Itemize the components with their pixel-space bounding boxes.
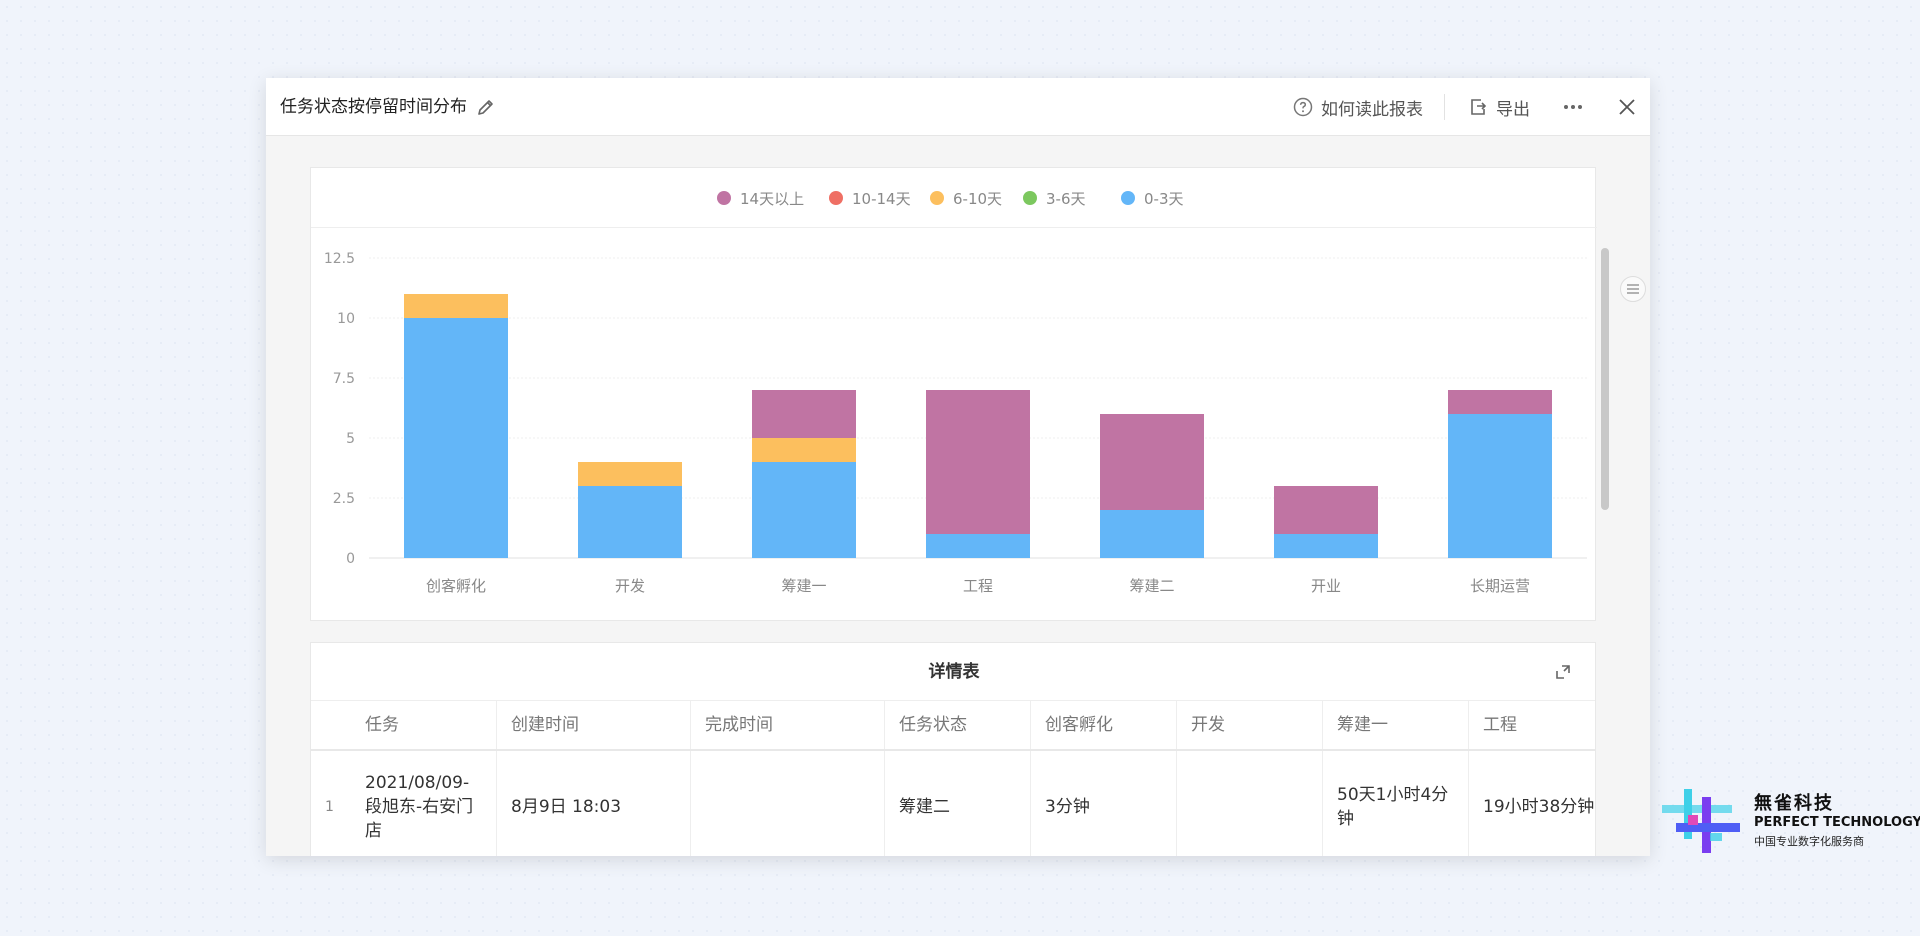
side-menu-button[interactable]	[1620, 276, 1646, 302]
row-index: 1	[325, 799, 334, 815]
export-icon	[1471, 99, 1487, 115]
column-header[interactable]: 创客孵化	[1031, 701, 1177, 749]
bar-segment[interactable]	[1274, 534, 1378, 558]
legend-swatch	[1023, 191, 1037, 205]
chart-card: 14天以上 10-14天 6-10天 3-6天 0-3天 0 2.5 5 7.5 10 12.5 创…	[310, 167, 1597, 621]
brand-tagline: 中国专业数字化服务商	[1754, 835, 1864, 848]
legend-label: 6-10天	[953, 189, 1003, 208]
window-titlebar: 任务状态按停留时间分布 如何读此报表 导出	[266, 78, 1650, 136]
bar-segment[interactable]	[752, 438, 856, 462]
brand-name-cn: 無雀科技	[1754, 793, 1834, 814]
legend-swatch	[717, 191, 731, 205]
bar-segment[interactable]	[1100, 510, 1204, 558]
brand-logo: 無雀科技 PERFECT TECHNOLOGY 中国专业数字化服务商	[1662, 787, 1920, 857]
expand-icon[interactable]	[1553, 662, 1573, 682]
legend-label: 10-14天	[852, 189, 911, 208]
legend-label: 3-6天	[1046, 189, 1086, 208]
bar-segment[interactable]	[404, 318, 508, 558]
header-divider	[1444, 94, 1445, 120]
bar-segment[interactable]	[404, 294, 508, 318]
column-header[interactable]: 开发	[1177, 701, 1323, 749]
brand-name-en: PERFECT TECHNOLOGY	[1754, 815, 1920, 830]
bar-segment[interactable]	[1448, 414, 1552, 558]
column-header[interactable]: 工程	[1469, 701, 1595, 749]
x-tick-label: 工程	[963, 577, 993, 595]
table-cell	[1177, 751, 1323, 856]
column-header[interactable]: 筹建一	[1323, 701, 1469, 749]
legend-item[interactable]: 6-10天	[930, 168, 1002, 228]
close-button[interactable]	[1612, 78, 1642, 136]
y-tick-label: 2.5	[333, 491, 355, 507]
bar-segment[interactable]	[926, 534, 1030, 558]
table-cell	[691, 751, 885, 856]
x-tick-label: 开业	[1311, 577, 1341, 595]
bar-segment[interactable]	[578, 486, 682, 558]
more-dots-icon	[1564, 105, 1582, 109]
question-circle-icon	[1293, 97, 1313, 117]
x-tick-label: 长期运营	[1470, 577, 1530, 595]
list-icon	[1627, 284, 1639, 294]
x-tick-label: 创客孵化	[426, 577, 486, 595]
table-cell: 50天1小时4分钟	[1323, 751, 1469, 856]
report-title: 任务状态按停留时间分布	[280, 97, 467, 117]
bar-segment[interactable]	[578, 462, 682, 486]
report-window: 任务状态按停留时间分布 如何读此报表 导出 14天以上 10-14天 6-10天 3-…	[266, 78, 1650, 856]
legend-label: 0-3天	[1144, 189, 1184, 208]
bar-segment[interactable]	[752, 390, 856, 438]
bar-segment[interactable]	[1448, 390, 1552, 414]
table-cell: 19小时38分钟	[1469, 751, 1595, 856]
x-tick-label: 筹建一	[781, 577, 826, 595]
close-icon	[1619, 99, 1635, 115]
legend-item[interactable]: 10-14天	[829, 168, 911, 228]
column-header[interactable]: 任务	[351, 701, 497, 749]
column-header[interactable]: 完成时间	[691, 701, 885, 749]
table-cell: 筹建二	[885, 751, 1031, 856]
y-tick-label: 7.5	[333, 371, 355, 387]
table-header: 任务创建时间完成时间任务状态创客孵化开发筹建一工程筹	[311, 701, 1595, 751]
edit-title-icon[interactable]	[476, 97, 496, 117]
export-label: 导出	[1496, 99, 1530, 120]
y-tick-label: 12.5	[324, 251, 355, 267]
detail-table-title: 详情表	[311, 643, 1595, 701]
column-header[interactable]: 任务状态	[885, 701, 1031, 749]
y-tick-label: 0	[346, 551, 355, 567]
vertical-scrollbar[interactable]	[1601, 248, 1609, 510]
legend-item[interactable]: 3-6天	[1023, 168, 1086, 228]
help-button[interactable]: 如何读此报表	[1293, 78, 1423, 136]
stacked-bar-chart: 0 2.5 5 7.5 10 12.5 创客孵化 开发 筹建一 工程 筹建二 开业 长期运营	[324, 251, 1587, 595]
legend-label: 14天以上	[740, 189, 805, 208]
x-tick-label: 筹建二	[1129, 577, 1174, 595]
column-header[interactable]: 创建时间	[497, 701, 691, 749]
bar-segment[interactable]	[926, 390, 1030, 534]
bar-segment[interactable]	[1100, 414, 1204, 510]
brand-hash-icon	[1662, 789, 1740, 853]
x-tick-label: 开发	[615, 577, 645, 595]
more-button[interactable]	[1558, 78, 1588, 136]
detail-table-card: 详情表 任务创建时间完成时间任务状态创客孵化开发筹建一工程筹 12021/08/…	[310, 642, 1596, 856]
y-tick-label: 10	[337, 311, 355, 327]
help-label: 如何读此报表	[1321, 99, 1423, 120]
export-button[interactable]: 导出	[1468, 78, 1530, 136]
bar-segment[interactable]	[1274, 486, 1378, 534]
chart-legend: 14天以上 10-14天 6-10天 3-6天 0-3天	[311, 168, 1597, 228]
y-tick-label: 5	[346, 431, 355, 447]
legend-swatch	[930, 191, 944, 205]
index-header	[311, 701, 351, 749]
legend-swatch	[1121, 191, 1135, 205]
table-cell: 3分钟	[1031, 751, 1177, 856]
table-cell: 8月9日 18:03	[497, 751, 691, 856]
table-cell: 2021/08/09-段旭东-右安门店	[351, 751, 497, 856]
legend-item[interactable]: 0-3天	[1121, 168, 1184, 228]
legend-swatch	[829, 191, 843, 205]
table-row[interactable]: 1 2021/08/09-段旭东-右安门店 8月9日 18:03 筹建二 3分钟 50天1…	[311, 751, 1595, 856]
bar-segment[interactable]	[752, 462, 856, 558]
legend-item[interactable]: 14天以上	[717, 168, 804, 228]
